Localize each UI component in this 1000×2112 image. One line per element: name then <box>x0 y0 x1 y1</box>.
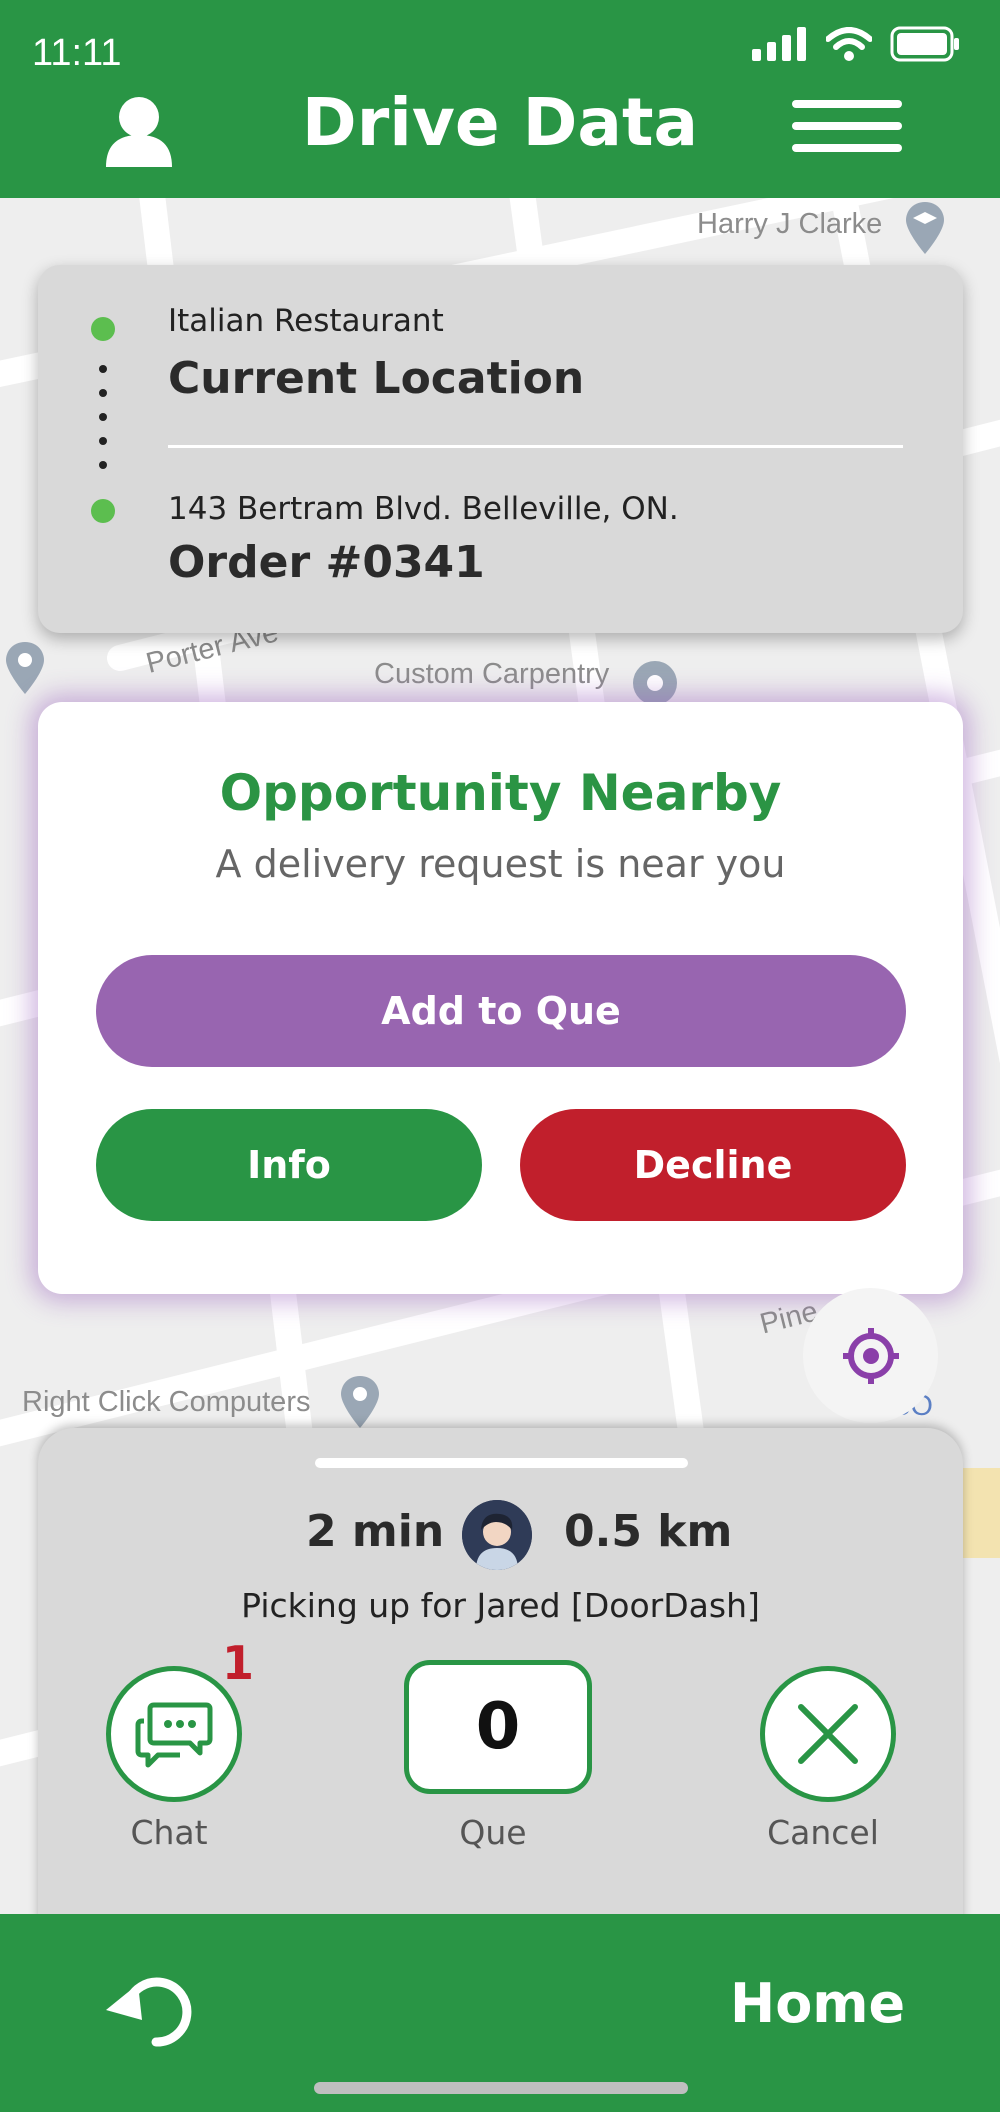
signal-icon <box>752 27 806 61</box>
map-label-right-click-computers: Right Click Computers <box>22 1386 311 1418</box>
close-icon <box>798 1704 858 1764</box>
route-dot <box>99 413 107 421</box>
eta-text: 2 min <box>306 1506 445 1557</box>
crosshair-icon <box>842 1327 899 1384</box>
wifi-icon <box>826 27 872 61</box>
destination-dot <box>91 499 115 523</box>
chat-icon <box>135 1702 213 1768</box>
avatar <box>462 1500 532 1570</box>
battery-icon <box>890 26 959 62</box>
origin-title: Current Location <box>168 353 585 404</box>
add-to-que-button[interactable]: Add to Que <box>96 955 906 1067</box>
map-poi-icon[interactable] <box>630 658 680 708</box>
info-button[interactable]: Info <box>96 1109 482 1221</box>
locate-me-button[interactable] <box>803 1288 938 1423</box>
map-pin-icon[interactable] <box>0 638 50 698</box>
map-label-harry-j-clarke: Harry J Clarke <box>697 208 883 240</box>
driver-avatar-icon <box>462 1500 532 1570</box>
route-dot <box>99 461 107 469</box>
opportunity-subtitle: A delivery request is near you <box>215 842 786 886</box>
home-indicator <box>314 2082 688 2094</box>
drag-handle[interactable] <box>315 1458 688 1468</box>
origin-subtitle: Italian Restaurant <box>168 303 444 339</box>
status-icons <box>752 26 962 62</box>
app-header: 11:11 Drive Data <box>0 0 1000 198</box>
school-pin-icon[interactable] <box>900 198 950 258</box>
route-card: Italian Restaurant Current Location 143 … <box>38 265 963 633</box>
opportunity-title: Opportunity Nearby <box>219 764 782 822</box>
trip-bottom-sheet: 2 min 0.5 km Picking up for Jared [DoorD… <box>38 1428 963 1928</box>
cancel-label: Cancel <box>767 1813 879 1852</box>
map-pin-icon[interactable] <box>335 1372 385 1432</box>
que-label: Que <box>459 1813 527 1852</box>
decline-button[interactable]: Decline <box>520 1109 906 1221</box>
route-dot <box>99 389 107 397</box>
route-divider <box>168 445 903 448</box>
que-count[interactable]: 0 <box>404 1660 592 1794</box>
chat-label: Chat <box>130 1813 208 1852</box>
route-dot <box>99 437 107 445</box>
pickup-info: Picking up for Jared [DoorDash] <box>241 1586 760 1625</box>
destination-address: 143 Bertram Blvd. Belleville, ON. <box>168 491 679 527</box>
distance-text: 0.5 km <box>564 1506 733 1557</box>
bottom-nav: Home <box>0 1914 1000 2112</box>
chat-unread-badge: 1 <box>222 1636 255 1690</box>
home-button[interactable]: Home <box>730 1972 905 2035</box>
order-number: Order #0341 <box>168 537 485 588</box>
undo-icon[interactable] <box>104 1970 194 2050</box>
cancel-button[interactable] <box>760 1666 896 1802</box>
origin-dot <box>91 317 115 341</box>
hamburger-menu-icon[interactable] <box>792 100 902 166</box>
opportunity-card: Opportunity Nearby A delivery request is… <box>38 702 963 1294</box>
route-dot <box>99 365 107 373</box>
map-label-custom-carpentry: Custom Carpentry <box>374 658 610 690</box>
status-time: 11:11 <box>32 32 122 74</box>
